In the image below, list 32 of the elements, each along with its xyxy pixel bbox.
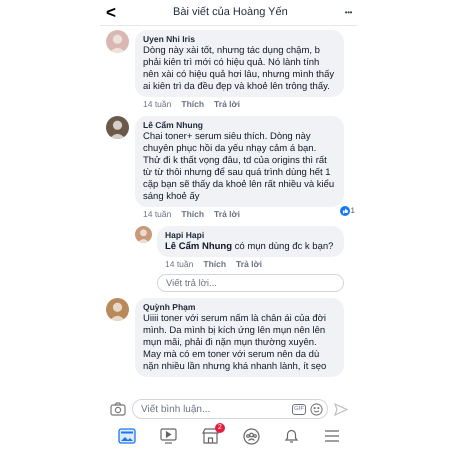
smiley-icon[interactable] <box>310 402 323 416</box>
bell-icon[interactable] <box>284 428 300 444</box>
like-link[interactable]: Thích <box>181 99 204 110</box>
reply-link[interactable]: Trả lời <box>214 99 240 110</box>
avatar[interactable] <box>106 116 129 139</box>
more-button[interactable]: ••• <box>344 6 352 18</box>
group-icon[interactable] <box>243 428 260 444</box>
menu-icon[interactable] <box>324 429 340 443</box>
reaction-count: 1 <box>338 205 356 217</box>
comment-author[interactable]: Hapi Hapi <box>165 230 336 241</box>
page-title: Bài viết của Hoàng Yến <box>172 5 288 20</box>
comment-text: Lê Cẩm Nhung có mụn dùng đc k bạn? <box>165 241 334 253</box>
shop-icon[interactable] <box>202 428 219 444</box>
comment-text: Uiiii toner với serum nấm là chân ái của đời mình. Da mình bị kích ứng lên mụn nên lên mụn mãi, phải đi nặn mụn thường xuyên. May mà có em toner với serum nên da dù nặn nhiều lần nhưng khá nhanh lành, ít sẹo <box>143 313 328 373</box>
comment-time: 14 tuần <box>143 209 172 220</box>
comment-text: Dòng này xài tốt, nhưng tác dụng chậm, b phải kiên trì mới có hiệu quả. Nó lành tính nên xài có hiệu quả hơi lâu, nhưng mình thấy ai kiên trì da đều đẹp và khoẻ lên trông thấy. <box>143 45 336 93</box>
video-icon[interactable] <box>160 428 178 444</box>
feed-icon[interactable] <box>118 428 136 444</box>
comment-time: 14 tuần <box>165 259 194 270</box>
comment-author[interactable]: Quỳnh Phạm <box>143 302 336 313</box>
camera-icon[interactable] <box>110 402 126 416</box>
comment-text: Chai toner+ serum siêu thích. Dòng này chuyên phục hồi da yếu nhạy cảm á bạn. Thử đi k thất vọng đâu, td của origins thì rất từ từ thôi nhưng để sau quá trình dùng hết 1 cặp bạn sẽ thấy da khoẻ lên rất nhiều và kiểu sáng khoẻ ấy <box>143 131 336 203</box>
comment-author[interactable]: Uyen Nhi Iris <box>143 34 336 45</box>
reply-link[interactable]: Trả lời <box>214 209 240 220</box>
comment-time: 14 tuần <box>143 99 172 110</box>
back-button[interactable]: < <box>106 4 116 21</box>
comment-author[interactable]: Lê Cẩm Nhung <box>143 120 336 131</box>
like-link[interactable]: Thích <box>203 259 226 270</box>
like-link[interactable]: Thích <box>181 209 204 220</box>
avatar[interactable] <box>106 298 129 321</box>
reply-link[interactable]: Trả lời <box>236 259 262 270</box>
reply-field[interactable]: Viết trả lời... <box>157 274 344 292</box>
